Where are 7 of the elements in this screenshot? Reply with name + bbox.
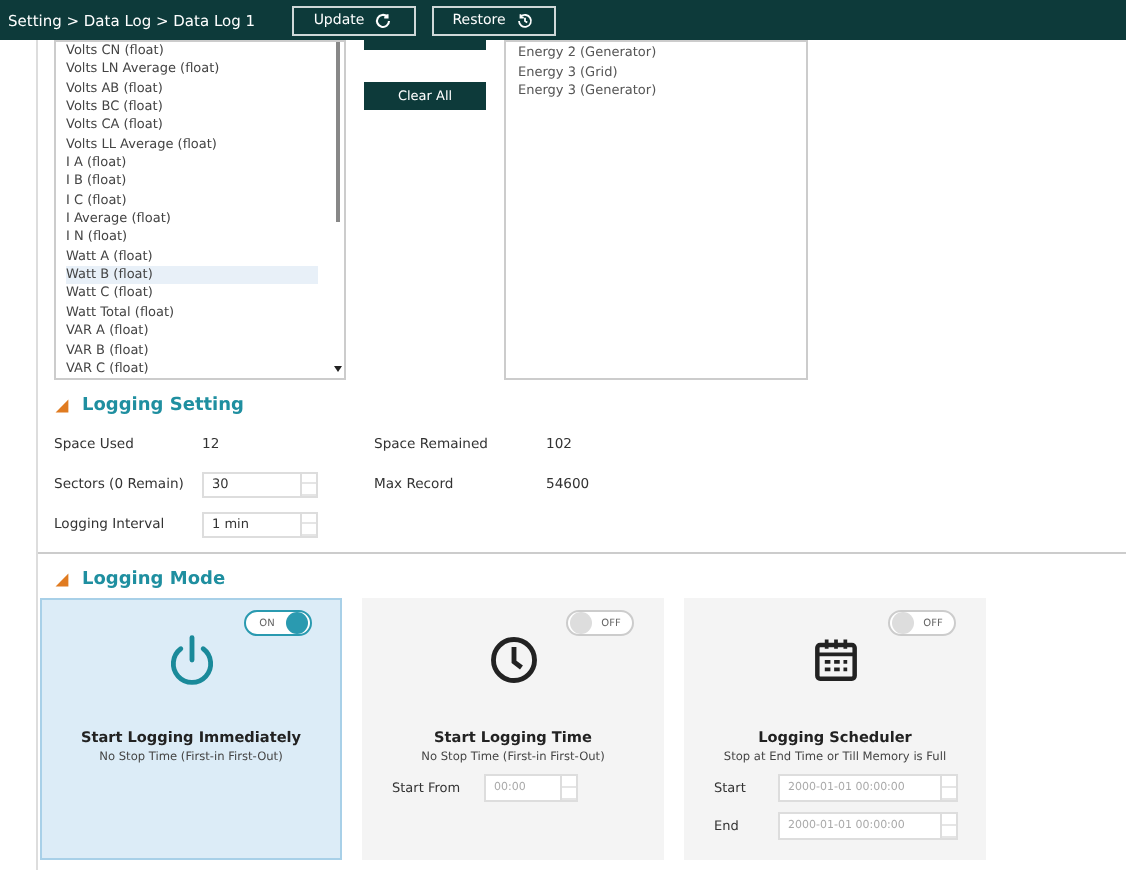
history-icon: [515, 11, 534, 29]
triangle-icon: [54, 398, 70, 414]
section-title: Logging Setting: [82, 396, 244, 416]
section-title: Logging Mode: [82, 570, 226, 590]
refresh-icon: [374, 11, 393, 29]
triangle-icon: [54, 572, 70, 588]
clock-icon: [485, 632, 541, 688]
